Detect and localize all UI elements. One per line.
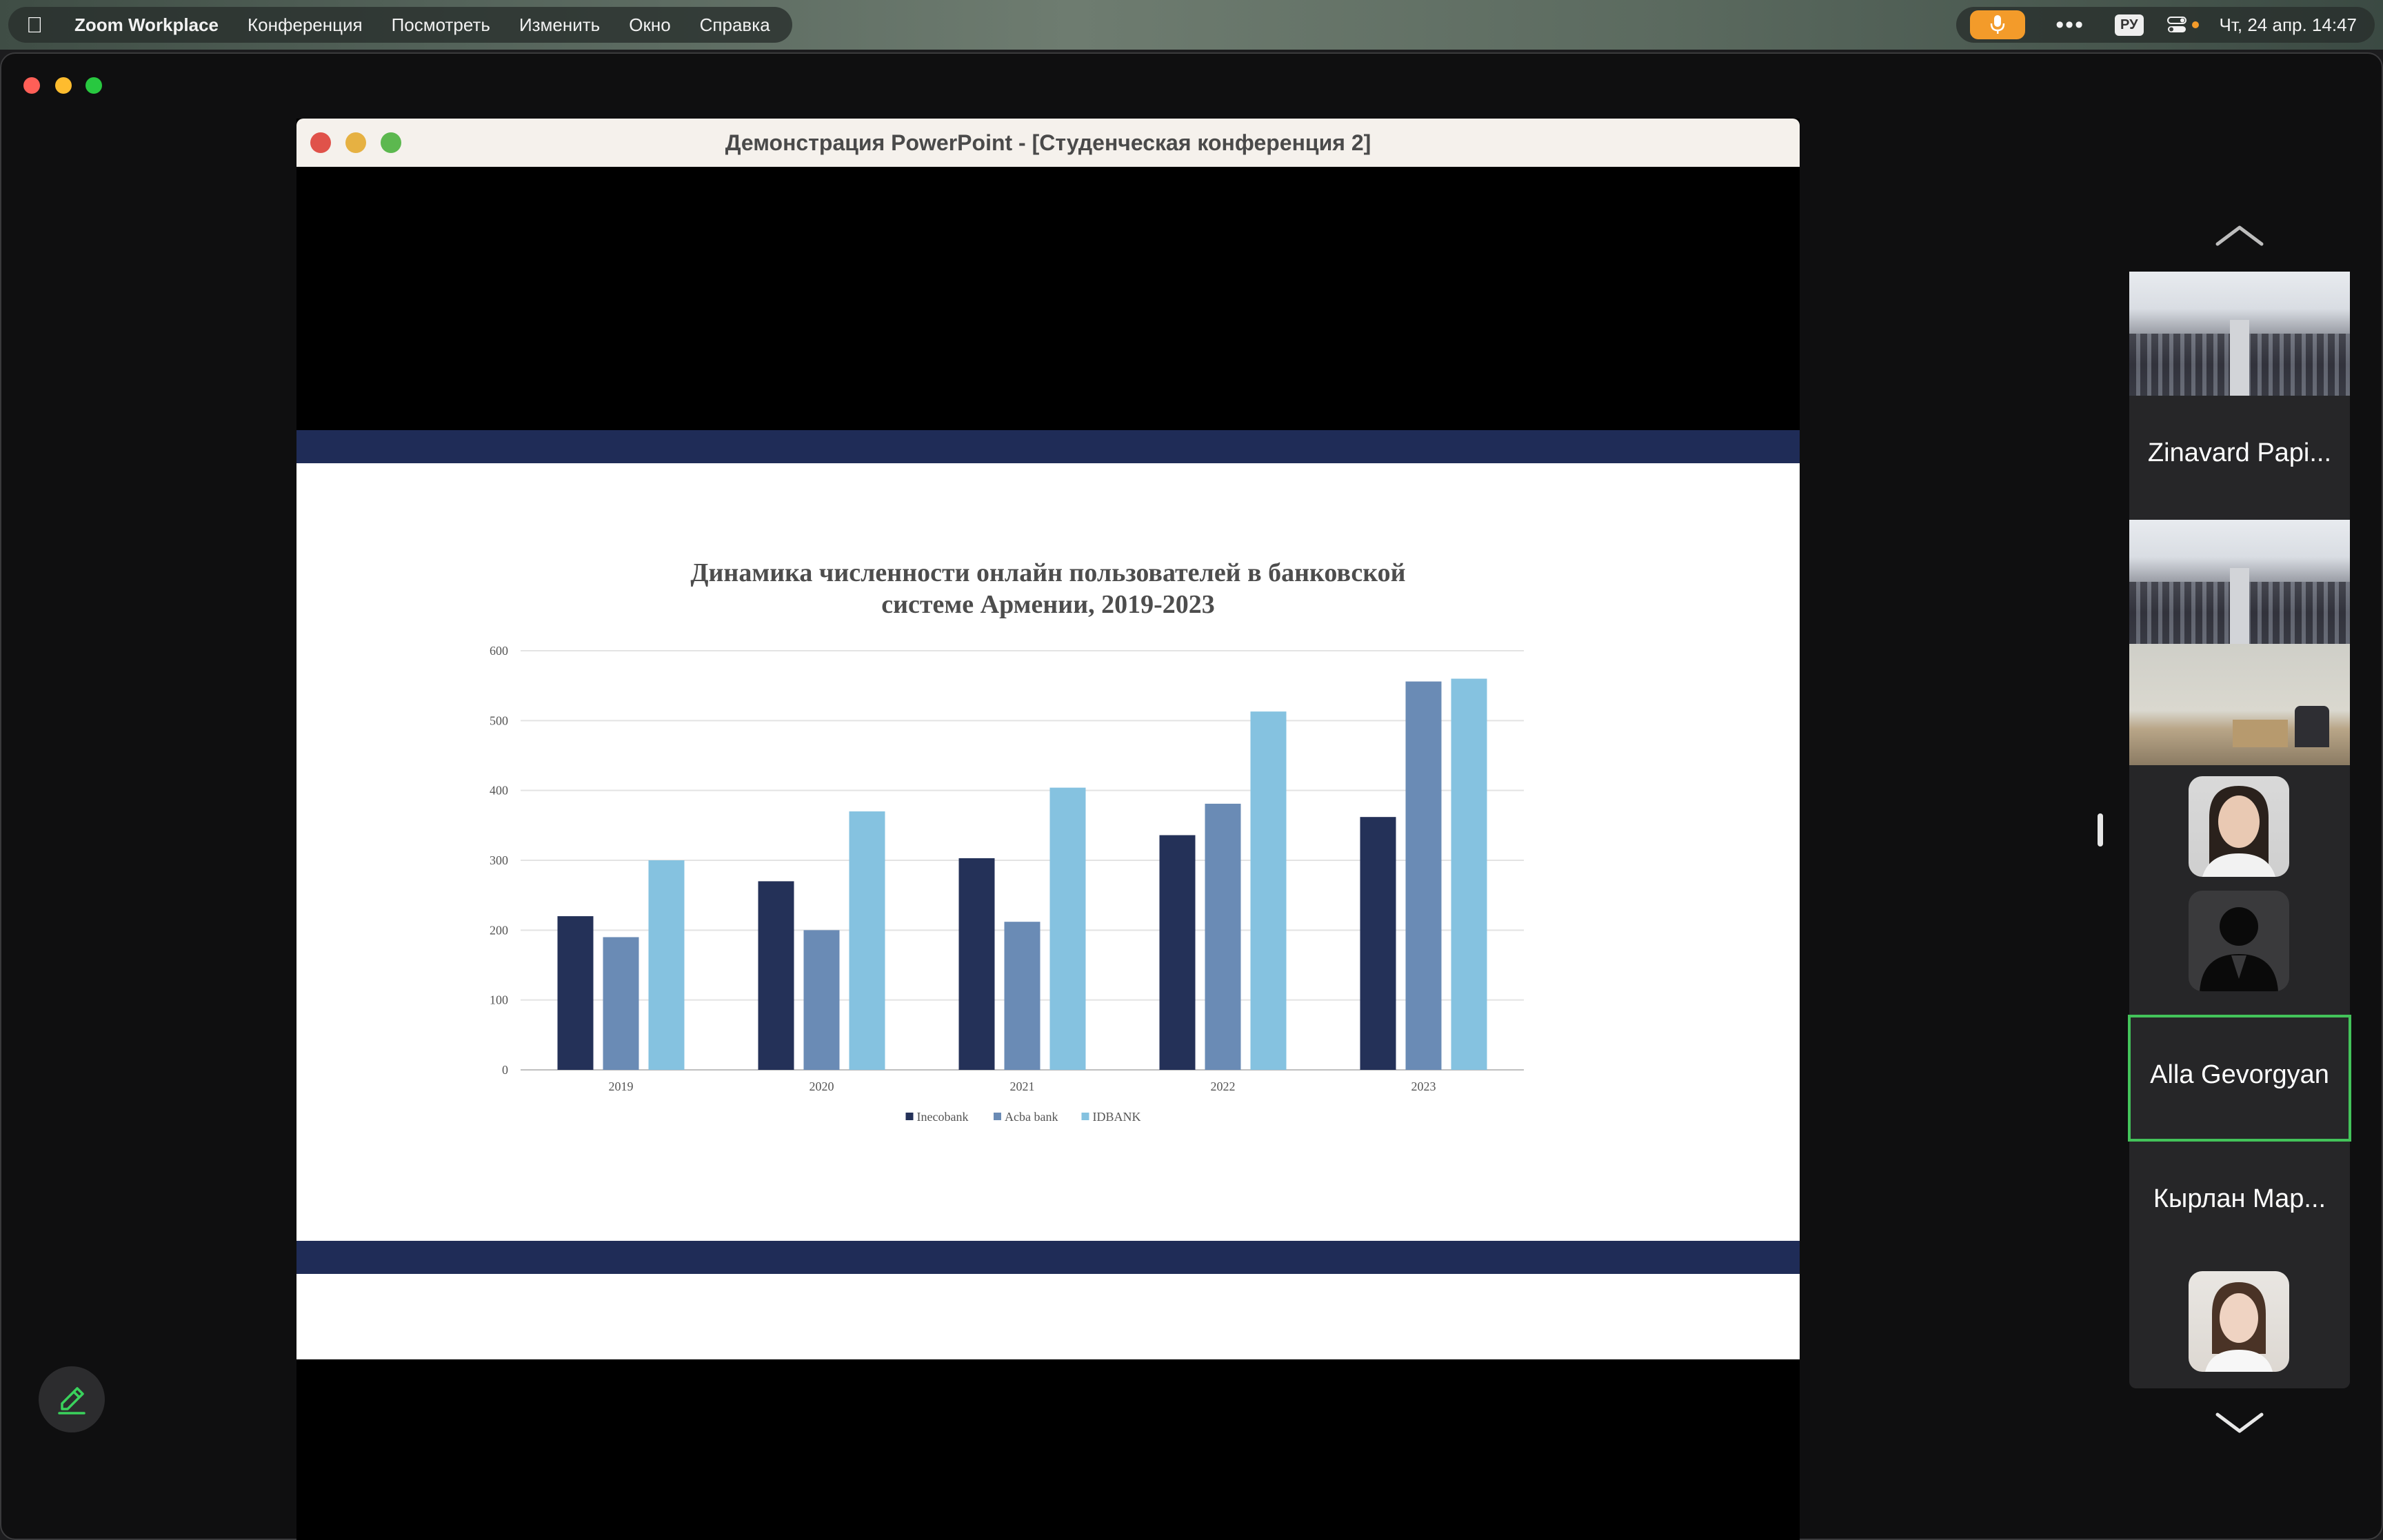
menu-edit[interactable]: Изменить xyxy=(519,14,600,36)
menu-app-name[interactable]: Zoom Workplace xyxy=(74,14,219,36)
bar xyxy=(803,930,840,1070)
menu-bar-clock[interactable]: Чт, 24 апр. 14:47 xyxy=(2220,14,2357,36)
bar xyxy=(1451,678,1487,1070)
active-speaker-border xyxy=(2128,1015,2351,1142)
window-minimize-button[interactable] xyxy=(55,77,72,94)
legend-swatch xyxy=(1081,1113,1089,1120)
participant-gallery: Zinavard Papi... Alla Gevorgyan Кырлан М… xyxy=(2129,272,2350,1388)
participant-video xyxy=(2129,644,2350,765)
y-tick-label: 500 xyxy=(490,713,508,727)
participant-avatar xyxy=(2189,1271,2289,1372)
apple-icon[interactable]:  xyxy=(26,14,43,36)
menu-conference[interactable]: Конференция xyxy=(248,14,363,36)
participant-avatar xyxy=(2189,776,2289,877)
menu-help[interactable]: Справка xyxy=(700,14,770,36)
y-tick-label: 0 xyxy=(502,1063,508,1077)
bar xyxy=(1205,803,1241,1070)
pencil-icon xyxy=(58,1387,86,1415)
bar xyxy=(849,811,885,1070)
macos-menu-bar:  Zoom Workplace Конференция Посмотреть … xyxy=(0,0,2383,50)
chevron-down-icon[interactable] xyxy=(2215,1410,2264,1435)
slide-bottom-band xyxy=(296,1241,1800,1274)
menu-bar-right: ••• РУ Чт, 24 апр. 14:47 xyxy=(1956,7,2375,43)
shared-screen: Демонстрация PowerPoint - [Студенческая … xyxy=(296,119,1800,1540)
bar xyxy=(557,916,594,1070)
control-center-icon[interactable] xyxy=(2166,16,2199,34)
bar xyxy=(1049,787,1086,1070)
y-tick-label: 200 xyxy=(490,923,508,937)
participant-tile[interactable] xyxy=(2129,644,2350,765)
y-tick-label: 400 xyxy=(490,784,508,798)
bar xyxy=(1405,681,1442,1070)
chevron-up-icon[interactable] xyxy=(2215,223,2264,248)
bar xyxy=(1360,817,1396,1070)
participant-name: Кырлан Мар... xyxy=(2153,1184,2326,1213)
participant-tile[interactable] xyxy=(2129,889,2350,1013)
shared-window-titlebar: Демонстрация PowerPoint - [Студенческая … xyxy=(296,119,1800,167)
participant-name: Zinavard Papi... xyxy=(2147,438,2332,467)
x-tick-label: 2019 xyxy=(609,1080,634,1093)
window-zoom-button[interactable] xyxy=(86,77,102,94)
bar xyxy=(648,860,685,1070)
y-tick-label: 300 xyxy=(490,853,508,867)
bar xyxy=(758,881,794,1070)
bar xyxy=(1250,711,1287,1070)
participant-tile[interactable]: Кырлан Мар... xyxy=(2129,1140,2350,1264)
annotate-button[interactable] xyxy=(39,1366,105,1432)
bar xyxy=(958,858,995,1070)
participant-video xyxy=(2129,272,2350,396)
participant-avatar xyxy=(2189,891,2289,991)
bar xyxy=(1159,835,1196,1070)
x-tick-label: 2023 xyxy=(1411,1080,1436,1093)
more-icon[interactable]: ••• xyxy=(2055,13,2084,37)
participant-tile[interactable] xyxy=(2129,765,2350,889)
status-dot xyxy=(2191,21,2199,28)
x-tick-label: 2021 xyxy=(1010,1080,1035,1093)
menu-bar-left:  Zoom Workplace Конференция Посмотреть … xyxy=(8,7,792,43)
legend-label: Inecobank xyxy=(917,1110,969,1124)
window-close-button[interactable] xyxy=(23,77,40,94)
input-language-badge[interactable]: РУ xyxy=(2115,14,2144,36)
bar xyxy=(1004,922,1040,1070)
participant-video xyxy=(2129,520,2350,644)
microphone-indicator[interactable] xyxy=(1970,10,2026,39)
slide: Динамика численности онлайн пользователе… xyxy=(296,463,1800,1359)
slide-top-band xyxy=(296,430,1800,463)
bar xyxy=(603,937,639,1070)
participant-tile[interactable] xyxy=(2129,520,2350,644)
legend-label: IDBANK xyxy=(1093,1110,1141,1124)
legend-label: Acba bank xyxy=(1005,1110,1058,1124)
microphone-icon xyxy=(1991,15,2005,34)
participant-tile[interactable]: Zinavard Papi... xyxy=(2129,272,2350,517)
panel-resize-handle[interactable] xyxy=(2098,813,2103,847)
bar-chart: 0 100 200 300 400 500 600 2019 2020 2021 2022 2023 I… xyxy=(490,644,1524,1124)
y-tick-label: 600 xyxy=(490,644,508,658)
legend-swatch xyxy=(994,1113,1001,1120)
shared-window-title: Демонстрация PowerPoint - [Студенческая … xyxy=(725,130,1371,155)
y-tick-label: 100 xyxy=(490,993,508,1007)
x-tick-label: 2020 xyxy=(810,1080,834,1093)
x-tick-label: 2022 xyxy=(1211,1080,1236,1093)
legend-swatch xyxy=(905,1113,914,1120)
menu-view[interactable]: Посмотреть xyxy=(392,14,490,36)
toggles-icon xyxy=(2166,17,2186,32)
participant-tile[interactable] xyxy=(2129,1264,2350,1388)
menu-window[interactable]: Окно xyxy=(629,14,670,36)
